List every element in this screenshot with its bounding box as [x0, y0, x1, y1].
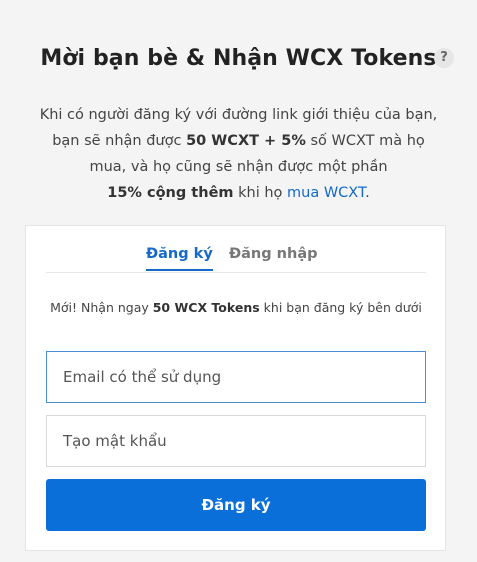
buy-wcxt-link[interactable]: mua WCXT: [287, 185, 365, 201]
intro-bonus-percent: 15% cộng thêm: [107, 185, 234, 201]
promo-text: Mới! Nhận ngay 50 WCX Tokens khi bạn đăn…: [46, 300, 426, 315]
signup-button[interactable]: Đăng ký: [46, 479, 426, 531]
intro-text: Khi có người đăng ký với đường link giới…: [36, 102, 441, 206]
help-icon[interactable]: ?: [434, 48, 454, 68]
intro-part3: khi họ: [233, 185, 288, 201]
auth-tabs: Đăng ký Đăng nhập: [46, 226, 426, 273]
page-title: Mời bạn bè & Nhận WCX Tokens: [40, 46, 437, 71]
promo-part2: khi bạn đăng ký bên dưới: [259, 300, 422, 315]
intro-part4: .: [365, 185, 370, 201]
intro-bonus-amount: 50 WCXT + 5%: [186, 133, 306, 149]
promo-part1: Mới! Nhận ngay: [50, 300, 153, 315]
tab-signup[interactable]: Đăng ký: [146, 246, 213, 271]
signup-card: Đăng ký Đăng nhập Mới! Nhận ngay 50 WCX …: [25, 225, 446, 551]
password-field[interactable]: [46, 415, 426, 467]
email-field[interactable]: [46, 351, 426, 403]
tab-login[interactable]: Đăng nhập: [229, 246, 318, 269]
promo-token-amount: 50 WCX Tokens: [152, 300, 260, 315]
header: Mời bạn bè & Nhận WCX Tokens: [0, 46, 477, 71]
